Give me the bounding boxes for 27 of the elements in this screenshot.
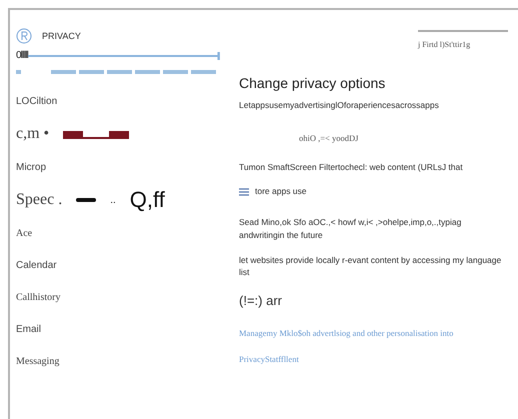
sidebar-item[interactable]: LOCiltion (16, 96, 58, 106)
arrow-line-icon (28, 50, 221, 60)
sidebar-item[interactable]: c,m • (16, 125, 50, 143)
sidebar-item[interactable]: Ace (16, 228, 32, 238)
lines-icon (239, 188, 251, 196)
sidebar-item[interactable]: Calendar (16, 260, 57, 270)
setting-description: Tumon SmaftScreen Filtertochecl: web content (URLsJ that (239, 160, 464, 174)
setting-description: LetappsusemyadvertisinglOforaperiencesacrossapps (239, 99, 440, 112)
sidebar-item[interactable]: Email (16, 324, 42, 334)
sidebar-item[interactable]: Messaging (16, 356, 60, 366)
sidebar-item[interactable]: Callhistory (16, 292, 60, 302)
setting-description: let websites provide locally r-evant content by accessing my language list (239, 254, 502, 279)
search-field[interactable]: j Firtd l)St'ttir1g (418, 30, 508, 49)
page-heading: Change privacy options (239, 75, 386, 91)
sidebar-item[interactable]: Speec . (16, 191, 62, 209)
setting-description: tore apps use (255, 185, 307, 198)
sidebar-item[interactable]: Microp (16, 162, 46, 172)
bar-shape-icon (63, 129, 130, 139)
setting-description: Sead Mino,ok Sfo aOC.,< howf w,i< ,>ohelpe,imp,o,.,typiag andwritingin the future (239, 216, 462, 242)
toggle-label: ohiO ,=< yoodDJ (299, 132, 360, 144)
sidebar-text: .. (110, 194, 116, 206)
dash-icon (76, 198, 96, 202)
privacy-logo-icon (16, 28, 32, 44)
sidebar-text: Q,ff (130, 187, 165, 213)
progress-text: 0llllll (16, 50, 28, 61)
toggle-state: (!=:) arr (239, 292, 283, 310)
privacy-title: PRIVACY (42, 31, 81, 41)
